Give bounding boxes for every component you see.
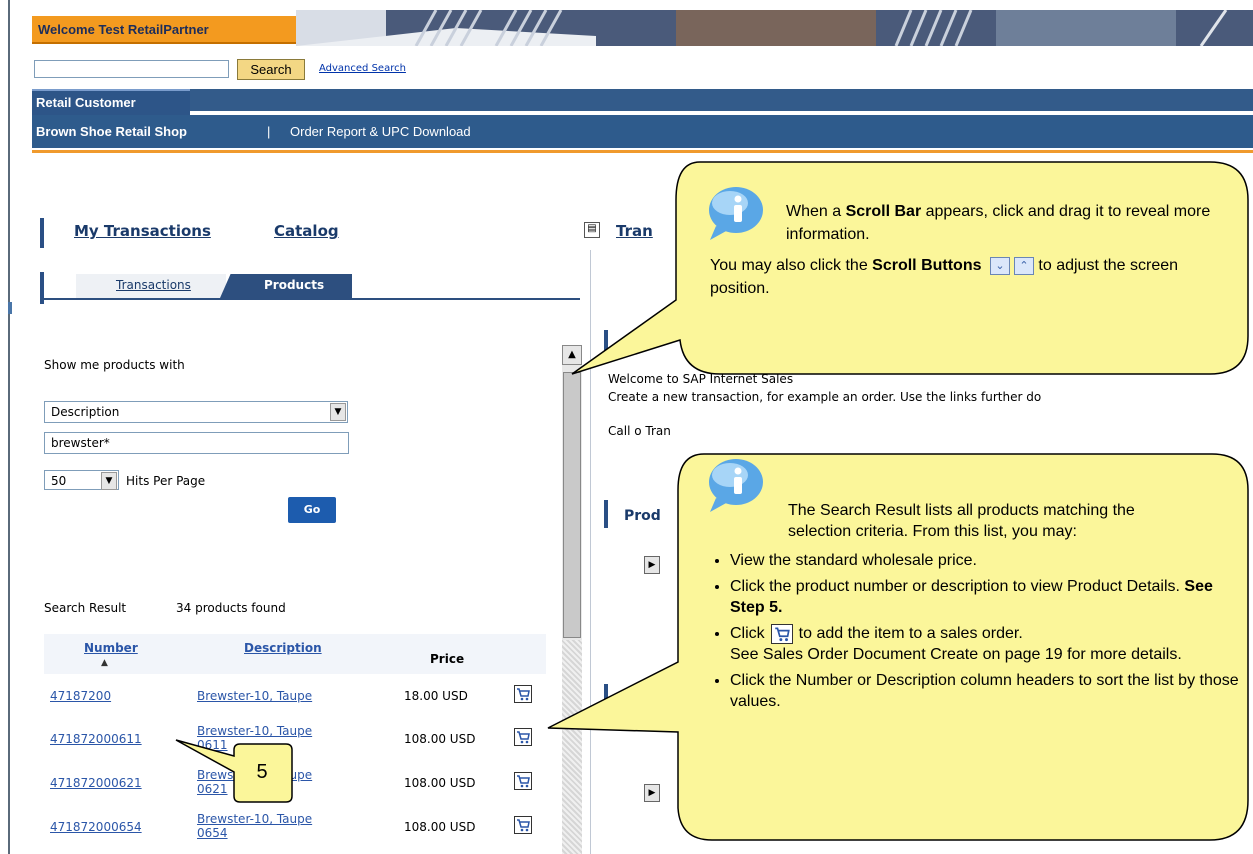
scroll-buttons-term: Scroll Buttons bbox=[872, 257, 982, 274]
scroll-callout-line2: You may also click the Scroll Buttons ⌄ ⌃… bbox=[710, 254, 1230, 300]
scroll-up-icon: ⌃ bbox=[1013, 256, 1034, 275]
bullet-end: . bbox=[778, 599, 783, 616]
list-item: Click to add the item to a sales order. S… bbox=[730, 623, 1246, 665]
callout-shapes bbox=[175, 161, 1249, 841]
results-callout-list: View the standard wholesale price. Click… bbox=[706, 550, 1246, 712]
bullet-text: Click the product number or description … bbox=[730, 578, 1185, 595]
results-callout-text: The Search Result lists all products mat… bbox=[706, 500, 1246, 717]
scroll-callout-line1: When a Scroll Bar appears, click and dra… bbox=[710, 200, 1230, 246]
scroll-callout-prefix: You may also click the bbox=[710, 257, 873, 274]
list-item: View the standard wholesale price. bbox=[730, 550, 1246, 571]
scroll-bar-term: Scroll Bar bbox=[845, 203, 922, 220]
scroll-callout-prefix: When a bbox=[786, 203, 846, 220]
bullet-subtext: See Sales Order Document Create on page … bbox=[730, 646, 1182, 663]
list-item: Click the product number or description … bbox=[730, 576, 1246, 618]
cart-icon bbox=[770, 623, 793, 644]
step-number-label: 5 bbox=[256, 761, 268, 783]
scroll-callout-text: When a Scroll Bar appears, click and dra… bbox=[710, 200, 1230, 300]
list-item: Click the Number or Description column h… bbox=[730, 670, 1246, 712]
bullet-text: Click bbox=[730, 625, 765, 642]
bullet-text: to add the item to a sales order. bbox=[798, 625, 1023, 642]
scroll-down-icon: ⌄ bbox=[989, 256, 1010, 275]
results-callout-intro: The Search Result lists all products mat… bbox=[788, 502, 1135, 540]
